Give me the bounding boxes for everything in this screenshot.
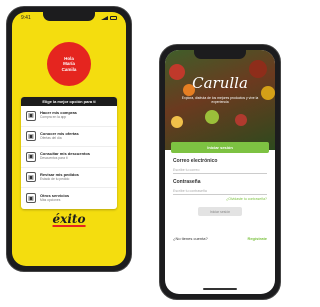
option-subtitle: Estado de tu pedido — [40, 176, 70, 181]
options-card: Elige la mejor opción para ti ▣ Hacer mi… — [21, 97, 117, 209]
signup-link[interactable]: Regístrate — [247, 236, 267, 241]
fruit-shape — [169, 64, 185, 80]
box-icon: ▣ — [26, 172, 36, 183]
fruit-shape — [249, 60, 267, 78]
carulla-logo: Carulla — [192, 74, 248, 92]
carulla-phone: Carulla Explora, disfruta de los mejores… — [159, 44, 281, 300]
option-orders[interactable]: ▣ Revisar mis pedidos Estado de tu pedid… — [21, 168, 117, 188]
options-card-header: Elige la mejor opción para ti — [21, 97, 117, 106]
exito-phone: 9:41 Hola María Camila Elige la mejor op… — [6, 6, 132, 272]
welcome-line-3: Camila — [61, 66, 77, 72]
option-subtitle: Ofertas del día — [40, 135, 62, 140]
grid-icon: ▣ — [26, 193, 36, 204]
battery-icon — [110, 16, 117, 20]
option-shopping[interactable]: ▣ Hacer mis compras Compra en la app — [21, 106, 117, 127]
signup-row: ¿No tienes cuenta? Regístrate — [173, 236, 267, 241]
login-tab-button[interactable]: Iniciar sesión — [171, 142, 269, 153]
status-time: 9:41 — [21, 15, 31, 21]
login-form: Correo electrónico Escribe tu correo Con… — [173, 158, 267, 216]
fruit-shape — [235, 114, 247, 126]
option-subtitle: Compra en la app — [40, 115, 67, 120]
home-indicator — [203, 288, 237, 290]
option-subtitle: Más opciones — [40, 197, 61, 202]
exito-screen: 9:41 Hola María Camila Elige la mejor op… — [12, 12, 126, 266]
fruit-shape — [171, 116, 183, 128]
phone-notch — [43, 12, 95, 21]
welcome-badge: Hola María Camila — [47, 42, 91, 86]
option-services[interactable]: ▣ Otros servicios Más opciones — [21, 188, 117, 209]
password-field[interactable]: Escribe tu contraseña — [173, 185, 267, 195]
option-discounts[interactable]: ▣ Consultar mis descuentos Descuentos pa… — [21, 147, 117, 168]
carulla-screen: Carulla Explora, disfruta de los mejores… — [165, 50, 275, 294]
fruit-shape — [205, 110, 219, 124]
signal-icon — [101, 16, 108, 20]
tag-icon: ▣ — [26, 131, 36, 142]
cart-icon: ▣ — [26, 110, 36, 121]
option-subtitle: Descuentos para ti — [40, 156, 68, 161]
exito-logo: éxito — [52, 212, 86, 227]
submit-button[interactable]: Iniciar sesión — [198, 207, 242, 216]
percent-icon: ▣ — [26, 151, 36, 162]
email-field[interactable]: Escribe tu correo — [173, 164, 267, 174]
forgot-password-link[interactable]: ¿Olvidaste tu contraseña? — [173, 197, 267, 201]
signup-question: ¿No tienes cuenta? — [173, 236, 208, 241]
exito-logo-text: éxito — [52, 212, 86, 226]
carulla-tagline: Explora, disfruta de los mejores product… — [181, 96, 259, 105]
phone-notch — [194, 50, 246, 59]
option-offers[interactable]: ▣ Conocer mis ofertas Ofertas del día — [21, 127, 117, 147]
